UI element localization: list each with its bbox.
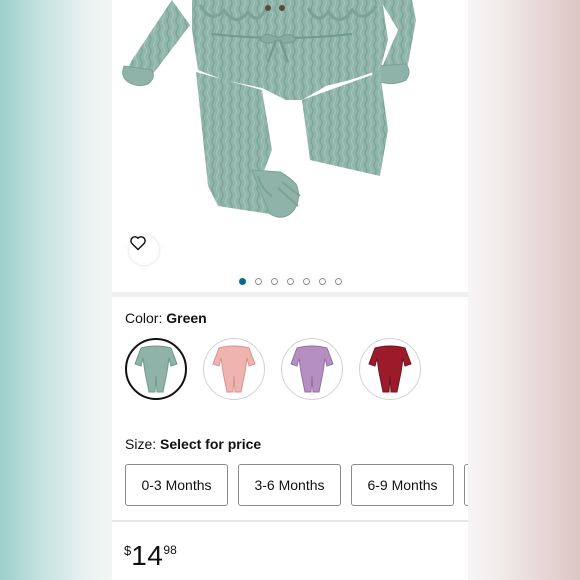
size-option-3-6-months[interactable]: 3-6 Months <box>238 464 341 506</box>
pagination-dot[interactable] <box>334 277 342 285</box>
size-option-6-9-months[interactable]: 6-9 Months <box>351 464 454 506</box>
pagination-dot[interactable] <box>318 277 326 285</box>
size-label: Size: <box>125 436 157 452</box>
heart-icon <box>130 236 146 251</box>
pagination-dot[interactable] <box>286 277 294 285</box>
jumpsuit-illustration <box>122 0 416 218</box>
color-label: Color: <box>125 310 163 326</box>
price-whole: 14 <box>131 540 164 571</box>
section-divider <box>112 520 468 522</box>
size-option-partial[interactable] <box>464 464 468 506</box>
product-image[interactable] <box>112 0 468 270</box>
product-page: Color: Green Size: Select for price 0-3 … <box>112 0 468 580</box>
color-swatch-green[interactable] <box>125 338 187 400</box>
pagination-dot[interactable] <box>238 277 246 285</box>
pagination-dot[interactable] <box>302 277 310 285</box>
image-pagination <box>112 270 468 292</box>
size-option-0-3-months[interactable]: 0-3 Months <box>125 464 228 506</box>
jumpsuit-thumbnail <box>368 345 412 393</box>
price: $1498 <box>124 540 177 572</box>
color-selected-value: Green <box>166 310 207 326</box>
price-currency: $ <box>124 543 132 558</box>
color-swatch-purple[interactable] <box>281 338 343 400</box>
jumpsuit-thumbnail <box>212 345 256 393</box>
color-swatch-pink[interactable] <box>203 338 265 400</box>
pagination-dot[interactable] <box>270 277 278 285</box>
jumpsuit-thumbnail <box>290 345 334 393</box>
pagination-dot[interactable] <box>254 277 262 285</box>
wishlist-button[interactable] <box>129 235 159 265</box>
color-heading: Color: Green <box>125 310 207 326</box>
jumpsuit-thumbnail <box>134 345 178 393</box>
color-swatch-burgundy[interactable] <box>359 338 421 400</box>
size-prompt: Select for price <box>160 436 262 452</box>
price-fraction: 98 <box>163 543 177 557</box>
section-divider <box>112 292 468 297</box>
size-heading: Size: Select for price <box>125 436 261 452</box>
